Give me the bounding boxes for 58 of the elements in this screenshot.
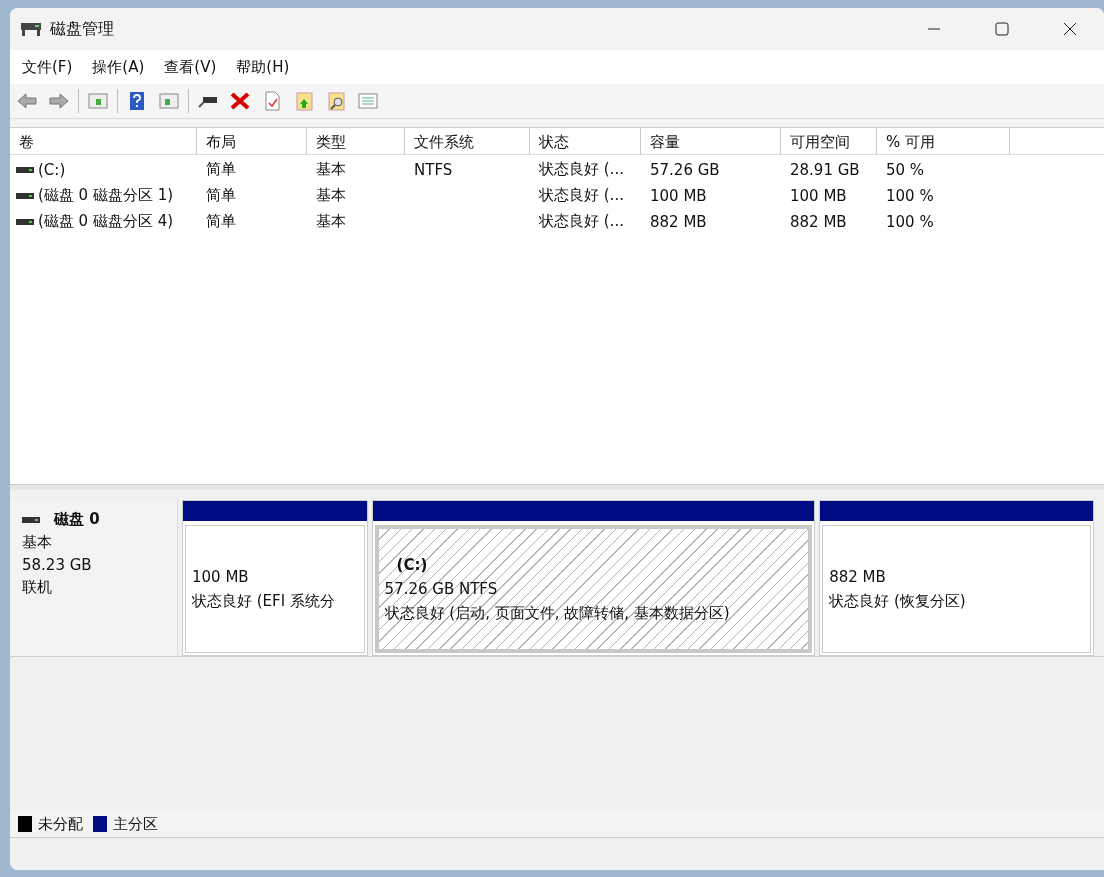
- disk-management-icon: [20, 20, 42, 38]
- partition-status: 状态良好 (启动, 页面文件, 故障转储, 基本数据分区): [384, 603, 731, 623]
- partition-label: (C:): [396, 555, 429, 574]
- column-header[interactable]: 卷: [10, 128, 197, 154]
- table-cell-text: 57.26 GB: [649, 159, 721, 181]
- menu-item[interactable]: 帮助(H): [228, 53, 298, 81]
- disk-size: 58.23 GB: [22, 556, 93, 574]
- table-cell-text: 100 %: [885, 185, 935, 207]
- partition-status: 状态良好 (恢复分区): [829, 591, 967, 611]
- table-cell-text: 简单: [205, 185, 237, 206]
- partition-size: 57.26 GB NTFS: [384, 579, 499, 598]
- drive-icon: [16, 191, 34, 200]
- legend-label: 主分区: [113, 814, 158, 834]
- maximize-icon: [995, 22, 1009, 36]
- table-cell-text: 100 %: [885, 211, 935, 233]
- legend-label: 未分配: [38, 814, 83, 834]
- menu-item[interactable]: 查看(V): [156, 53, 225, 81]
- menu-item[interactable]: 文件(F): [14, 53, 81, 81]
- column-header[interactable]: % 可用: [877, 128, 1010, 154]
- table-cell-text: 882 MB: [649, 211, 708, 233]
- partition-status: 状态良好 (EFI 系统分: [192, 591, 336, 611]
- table-cell-text: 状态良好 (...: [538, 211, 625, 232]
- table-cell-text: 简单: [205, 211, 237, 232]
- window-title: 磁盘管理: [50, 18, 115, 40]
- drive-icon: [22, 515, 40, 524]
- table-cell-text: 882 MB: [789, 211, 848, 233]
- table-cell-text: 基本: [315, 211, 347, 232]
- column-header[interactable]: 状态: [530, 128, 641, 154]
- partition-block[interactable]: 100 MB 状态良好 (EFI 系统分: [182, 500, 368, 656]
- drive-icon: [16, 217, 34, 226]
- disk-type: 基本: [22, 533, 53, 552]
- table-cell-text: 简单: [205, 159, 237, 180]
- table-cell-text: 状态良好 (...: [538, 159, 625, 180]
- partition-block[interactable]: 882 MB 状态良好 (恢复分区): [819, 500, 1094, 656]
- partition-size: 100 MB: [192, 567, 250, 586]
- volume-name: (C:): [38, 160, 66, 179]
- disk-status: 联机: [22, 578, 53, 597]
- column-header[interactable]: 布局: [197, 128, 307, 154]
- partition-size: 882 MB: [829, 567, 887, 586]
- table-cell-text: 50 %: [885, 159, 926, 181]
- table-cell-text: 100 MB: [649, 185, 708, 207]
- close-icon: [1063, 22, 1077, 36]
- column-header[interactable]: 文件系统: [405, 128, 530, 154]
- table-cell-text: 基本: [315, 159, 347, 180]
- table-cell-text: 基本: [315, 185, 347, 206]
- column-header[interactable]: 容量: [641, 128, 781, 154]
- disk-name: 磁盘 0: [54, 510, 100, 529]
- column-header[interactable]: 可用空间: [781, 128, 877, 154]
- table-cell-text: 28.91 GB: [789, 159, 861, 181]
- volume-name: (磁盘 0 磁盘分区 4): [38, 212, 174, 231]
- column-header[interactable]: 类型: [307, 128, 405, 154]
- table-cell-text: NTFS: [413, 159, 454, 181]
- volume-name: (磁盘 0 磁盘分区 1): [38, 186, 174, 205]
- table-cell-text: 100 MB: [789, 185, 848, 207]
- partition-block[interactable]: (C:) 57.26 GB NTFS 状态良好 (启动, 页面文件, 故障转储, 基本数据分区): [371, 500, 816, 656]
- menu-item[interactable]: 操作(A): [84, 53, 153, 81]
- table-cell-text: 状态良好 (...: [538, 185, 625, 206]
- drive-icon: [16, 165, 34, 174]
